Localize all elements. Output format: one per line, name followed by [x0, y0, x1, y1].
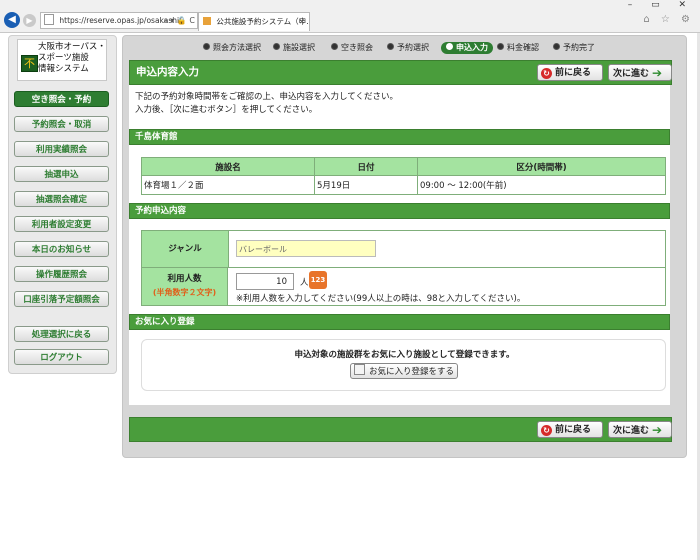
tab-favicon-icon — [203, 17, 211, 25]
next-arrow-icon: ➔ — [652, 66, 663, 80]
favorites-description: 申込対象の施設群をお気に入り施設として登録できます。 — [294, 350, 515, 360]
browser-forward-icon[interactable]: ▶ — [23, 14, 36, 27]
logo-text: 大阪市オーパス・ スポーツ施設 情報システム — [38, 42, 106, 75]
sidebar-item-operation-history[interactable]: 操作履歴照会 — [14, 266, 109, 282]
add-favorite-button[interactable]: お気に入り登録をする — [350, 363, 458, 379]
step-search-method: 照会方法選択 — [203, 42, 261, 54]
cell-timeslot: 09:00 ～ 12:00(午前) — [417, 175, 666, 195]
sidebar-item-logout[interactable]: ログアウト — [14, 349, 109, 365]
step-dot-icon — [331, 43, 338, 50]
next-arrow-icon: ➔ — [652, 423, 663, 437]
genre-field[interactable]: バレーボール — [236, 240, 376, 257]
page-area: 不 大阪市オーパス・ スポーツ施設 情報システム 空き照会・予約 予約照会・取消… — [0, 33, 700, 560]
step-dot-icon — [446, 43, 453, 50]
window-titlebar: – ▭ ✕ — [0, 0, 700, 10]
favorite-register-icon — [354, 364, 365, 375]
column-header-timeslot: 区分(時間帯) — [417, 157, 666, 176]
application-section-header: 予約申込内容 — [129, 203, 670, 219]
address-bar[interactable]: https://reserve.opas.jp/osakashi/ ⌕ ▾ 🔒 … — [40, 12, 198, 29]
sidebar-item-lottery-apply[interactable]: 抽選申込 — [14, 166, 109, 182]
step-dot-icon — [497, 43, 504, 50]
content-area: 下記の予約対象時間帯をご確認の上、申込内容を入力してください。 入力後、［次に進… — [129, 85, 670, 405]
application-form: ジャンル バレーボール 利用人数 (半角数字２文字) 10 人 123 ※利用人… — [141, 230, 666, 306]
logo-line-1: 大阪市オーパス・ — [38, 42, 106, 52]
logo-line-3: 情報システム — [38, 64, 89, 74]
step-dot-icon — [273, 43, 280, 50]
footer-bar: ↻ 前に戻る 次に進む ➔ — [129, 417, 672, 442]
step-dot-icon — [553, 43, 560, 50]
step-facility-select: 施設選択 — [273, 42, 315, 54]
table-row: 体育場１／２面 5月19日 09:00 ～ 12:00(午前) — [141, 175, 666, 195]
back-button-label: 前に戻る — [555, 68, 592, 78]
count-label-cell: 利用人数 (半角数字２文字) — [142, 268, 228, 305]
browser-tab[interactable]: 公共施設予約システム（申… ✕ — [198, 12, 310, 31]
step-dot-icon — [387, 43, 394, 50]
sidebar-item-usage-history[interactable]: 利用実績照会 — [14, 141, 109, 157]
next-button-label: 次に進む — [613, 426, 650, 436]
step-reservation-complete: 予約完了 — [553, 42, 595, 54]
browser-toolbar: ◀ ▶ https://reserve.opas.jp/osakashi/ ⌕ … — [0, 8, 700, 33]
browser-back-icon[interactable]: ◀ — [4, 12, 20, 28]
user-count-field[interactable]: 10 — [236, 273, 294, 290]
count-note: ※利用人数を入力してください(99人以上の時は、98と入力してください)。 — [236, 294, 526, 304]
sidebar-item-user-settings[interactable]: 利用者設定変更 — [14, 216, 109, 232]
tab-close-icon[interactable]: ✕ — [299, 13, 305, 31]
back-button[interactable]: ↻ 前に戻る — [537, 64, 603, 81]
step-fee-confirm: 料金確認 — [497, 42, 539, 54]
browser-toolbar-icons[interactable]: ⌂ ☆ ⚙ — [643, 14, 694, 25]
facility-table: 施設名 日付 区分(時間帯) 体育場１／２面 5月19日 09:00 ～ 12:… — [141, 157, 666, 195]
back-arrow-icon: ↻ — [541, 68, 552, 79]
genre-label: ジャンル — [142, 231, 229, 268]
cell-date: 5月19日 — [314, 175, 418, 195]
instruction-line-2: 入力後、［次に進むボタン］を押してください。 — [135, 105, 318, 115]
facility-table-header: 施設名 日付 区分(時間帯) — [141, 157, 666, 176]
sidebar: 不 大阪市オーパス・ スポーツ施設 情報システム 空き照会・予約 予約照会・取消… — [8, 35, 117, 374]
sidebar-item-reservation-inquiry[interactable]: 予約照会・取消 — [14, 116, 109, 132]
step-availability: 空き照会 — [331, 42, 373, 54]
back-arrow-icon: ↻ — [541, 425, 552, 436]
sidebar-item-return-to-menu[interactable]: 処理選択に戻る — [14, 326, 109, 342]
page-icon — [44, 14, 54, 25]
count-label: 利用人数 — [167, 274, 202, 284]
tab-title: 公共施設予約システム（申… — [216, 17, 310, 26]
step-reservation-select: 予約選択 — [387, 42, 429, 54]
instructions: 下記の予約対象時間帯をご確認の上、申込内容を入力してください。 入力後、［次に進… — [135, 91, 398, 117]
step-application-input: 申込入力 — [441, 42, 493, 54]
back-button-bottom[interactable]: ↻ 前に戻る — [537, 421, 603, 438]
next-button-bottom[interactable]: 次に進む ➔ — [608, 421, 672, 438]
favorites-section-header: お気に入り登録 — [129, 314, 670, 330]
step-dot-icon — [203, 43, 210, 50]
sidebar-item-lottery-confirm[interactable]: 抽選照会確定 — [14, 191, 109, 207]
favorites-panel: 申込対象の施設群をお気に入り施設として登録できます。 お気に入り登録をする — [141, 339, 666, 391]
page-title: 申込内容入力 — [136, 66, 199, 78]
column-header-facility: 施設名 — [141, 157, 315, 176]
next-button[interactable]: 次に進む ➔ — [608, 64, 672, 81]
main-panel: 照会方法選択 施設選択 空き照会 予約選択 申込入力 料金確認 予約完了 申込内… — [122, 35, 687, 458]
instruction-line-1: 下記の予約対象時間帯をご確認の上、申込内容を入力してください。 — [135, 92, 398, 102]
back-button-label: 前に戻る — [555, 425, 592, 435]
number-pad-icon[interactable]: 123 — [309, 271, 327, 289]
count-unit: 人 — [300, 278, 309, 288]
facility-section-header: 千島体育館 — [129, 129, 670, 145]
page-header-bar: 申込内容入力 ↻ 前に戻る 次に進む ➔ — [129, 60, 672, 85]
address-actions-icons[interactable]: ⌕ ▾ 🔒 C — [163, 13, 195, 28]
sidebar-item-debit-schedule[interactable]: 口座引落予定額照会 — [14, 291, 109, 307]
sidebar-item-availability-reservation[interactable]: 空き照会・予約 — [14, 91, 109, 107]
cell-facility-name: 体育場１／２面 — [141, 175, 315, 195]
sidebar-item-today-notice[interactable]: 本日のお知らせ — [14, 241, 109, 257]
form-divider — [228, 267, 665, 268]
progress-steps: 照会方法選択 施設選択 空き照会 予約選択 申込入力 料金確認 予約完了 — [123, 42, 686, 56]
next-button-label: 次に進む — [613, 69, 650, 79]
system-logo[interactable]: 不 大阪市オーパス・ スポーツ施設 情報システム — [17, 39, 107, 81]
add-favorite-label: お気に入り登録をする — [369, 367, 455, 377]
osaka-city-mark-icon: 不 — [21, 55, 38, 72]
logo-line-2: スポーツ施設 — [38, 53, 89, 63]
column-header-date: 日付 — [314, 157, 418, 176]
count-format-hint: (半角数字２文字) — [152, 288, 217, 297]
